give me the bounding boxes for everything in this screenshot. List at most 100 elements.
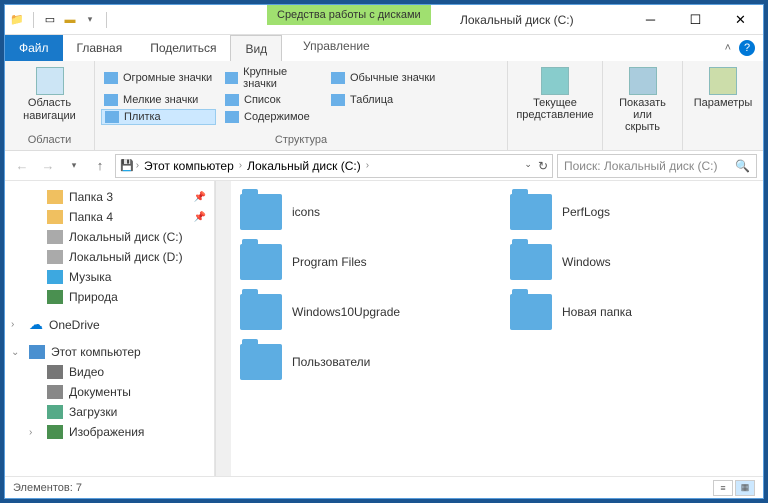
- content-area: icons PerfLogs Program Files Windows Win…: [231, 181, 763, 476]
- folder-tile[interactable]: Пользователи: [237, 341, 487, 383]
- refresh-icon[interactable]: ↻: [538, 159, 548, 173]
- layout-table[interactable]: Таблица: [328, 93, 458, 107]
- contextual-tab-header: Средства работы с дисками: [267, 5, 431, 25]
- nav-scrollbar[interactable]: [215, 181, 231, 476]
- qat-properties-icon[interactable]: ▭: [42, 12, 58, 28]
- nav-thispc[interactable]: ⌄Этот компьютер: [5, 342, 214, 362]
- pc-icon: [29, 345, 45, 359]
- folder-icon: [240, 344, 282, 380]
- folder-icon: [510, 194, 552, 230]
- folder-tile[interactable]: Новая папка: [507, 291, 757, 333]
- item-count: Элементов: 7: [13, 482, 82, 494]
- show-hide-icon: [629, 67, 657, 95]
- tab-share[interactable]: Поделиться: [136, 35, 230, 61]
- show-hide-button[interactable]: Показать или скрыть: [609, 65, 676, 135]
- folder-icon: [240, 244, 282, 280]
- folder-tile[interactable]: Program Files: [237, 241, 487, 283]
- nav-folder3[interactable]: Папка 3📌: [5, 187, 214, 207]
- chevron-right-icon[interactable]: ›: [366, 160, 369, 171]
- group-layout-label: Структура: [101, 134, 501, 146]
- drive-icon: 💾: [120, 159, 134, 172]
- layout-list[interactable]: Список: [222, 93, 322, 107]
- nav-images[interactable]: ›Изображения: [5, 422, 214, 442]
- qat-dropdown-icon[interactable]: ▾: [82, 12, 98, 28]
- folder-icon: [240, 294, 282, 330]
- up-button[interactable]: ↑: [89, 155, 111, 177]
- help-icon[interactable]: ?: [739, 40, 755, 56]
- nav-onedrive[interactable]: ›☁OneDrive: [5, 313, 214, 336]
- current-view-icon: [541, 67, 569, 95]
- current-view-label: Текущее представление: [516, 97, 593, 121]
- view-icons-button[interactable]: ▦: [735, 480, 755, 496]
- search-icon[interactable]: 🔍: [735, 159, 750, 173]
- nav-pane: Папка 3📌 Папка 4📌 Локальный диск (C:) Ло…: [5, 181, 215, 476]
- folder-tile[interactable]: Windows10Upgrade: [237, 291, 487, 333]
- layout-huge[interactable]: Огромные значки: [101, 65, 216, 91]
- chevron-right-icon[interactable]: ›: [239, 160, 242, 171]
- search-placeholder: Поиск: Локальный диск (C:): [564, 159, 729, 173]
- forward-button[interactable]: →: [37, 155, 59, 177]
- quick-access-toolbar: 📁 ▭ ▬ ▾: [5, 12, 115, 28]
- search-box[interactable]: Поиск: Локальный диск (C:) 🔍: [557, 154, 757, 178]
- layout-content[interactable]: Содержимое: [222, 109, 322, 125]
- layout-small[interactable]: Мелкие значки: [101, 93, 216, 107]
- folder-tile[interactable]: PerfLogs: [507, 191, 757, 233]
- window-title: Локальный диск (C:): [460, 13, 574, 27]
- layout-large[interactable]: Крупные значки: [222, 65, 322, 91]
- layout-tiles[interactable]: Плитка: [101, 109, 216, 125]
- chevron-right-icon[interactable]: ›: [29, 427, 32, 438]
- breadcrumb-thispc[interactable]: Этот компьютер: [141, 159, 237, 173]
- collapse-ribbon-icon[interactable]: ˄: [725, 42, 731, 54]
- folder-icon: [510, 294, 552, 330]
- folder-tile[interactable]: icons: [237, 191, 487, 233]
- layout-options: Огромные значки Крупные значки Обычные з…: [101, 65, 501, 125]
- nav-pane-label: Область навигации: [17, 97, 82, 123]
- nav-docs[interactable]: Документы: [5, 382, 214, 402]
- breadcrumb-drive[interactable]: Локальный диск (C:): [244, 159, 364, 173]
- folder-tile[interactable]: Windows: [507, 241, 757, 283]
- folder-icon: [240, 194, 282, 230]
- nav-pane-button[interactable]: Область навигации: [11, 65, 88, 125]
- tab-home[interactable]: Главная: [63, 35, 137, 61]
- recent-dropdown[interactable]: ▾: [63, 155, 85, 177]
- options-icon: [709, 67, 737, 95]
- chevron-right-icon[interactable]: ›: [136, 160, 139, 171]
- tab-file[interactable]: Файл: [5, 35, 63, 61]
- nav-video[interactable]: Видео: [5, 362, 214, 382]
- qat-newfolder-icon[interactable]: ▬: [62, 12, 78, 28]
- nav-pane-icon: [36, 67, 64, 95]
- status-bar: Элементов: 7 ≡ ▦: [5, 476, 763, 498]
- ribbon: Область навигации Области Огромные значк…: [5, 61, 763, 151]
- maximize-button[interactable]: ☐: [673, 5, 718, 35]
- breadcrumb[interactable]: 💾 › Этот компьютер › Локальный диск (C:)…: [115, 154, 553, 178]
- address-bar: ← → ▾ ↑ 💾 › Этот компьютер › Локальный д…: [5, 151, 763, 181]
- pin-icon: 📌: [194, 192, 206, 203]
- options-label: Параметры: [694, 97, 753, 109]
- view-details-button[interactable]: ≡: [713, 480, 733, 496]
- show-hide-label: Показать или скрыть: [615, 97, 670, 133]
- minimize-button[interactable]: ─: [628, 5, 673, 35]
- nav-folder4[interactable]: Папка 4📌: [5, 207, 214, 227]
- tab-manage[interactable]: Управление: [293, 35, 380, 57]
- chevron-right-icon[interactable]: ›: [11, 319, 14, 330]
- group-panes-label: Области: [11, 134, 88, 146]
- nav-nature[interactable]: Природа: [5, 287, 214, 307]
- nav-downloads[interactable]: Загрузки: [5, 402, 214, 422]
- ribbon-tabs: Файл Главная Поделиться Вид Управление ˄…: [5, 35, 763, 61]
- nav-diskc[interactable]: Локальный диск (C:): [5, 227, 214, 247]
- address-dropdown-icon[interactable]: ⌄: [524, 159, 532, 173]
- explorer-window: 📁 ▭ ▬ ▾ Средства работы с дисками Локаль…: [4, 4, 764, 499]
- pin-icon: 📌: [194, 212, 206, 223]
- app-icon: 📁: [9, 12, 25, 28]
- current-view-button[interactable]: Текущее представление: [514, 65, 596, 123]
- nav-diskd[interactable]: Локальный диск (D:): [5, 247, 214, 267]
- back-button[interactable]: ←: [11, 155, 33, 177]
- options-button[interactable]: Параметры: [689, 65, 757, 111]
- close-button[interactable]: ✕: [718, 5, 763, 35]
- folder-icon: [510, 244, 552, 280]
- chevron-down-icon[interactable]: ⌄: [11, 347, 19, 358]
- tab-view[interactable]: Вид: [230, 35, 282, 61]
- titlebar: 📁 ▭ ▬ ▾ Средства работы с дисками Локаль…: [5, 5, 763, 35]
- layout-medium[interactable]: Обычные значки: [328, 65, 458, 91]
- nav-music[interactable]: Музыка: [5, 267, 214, 287]
